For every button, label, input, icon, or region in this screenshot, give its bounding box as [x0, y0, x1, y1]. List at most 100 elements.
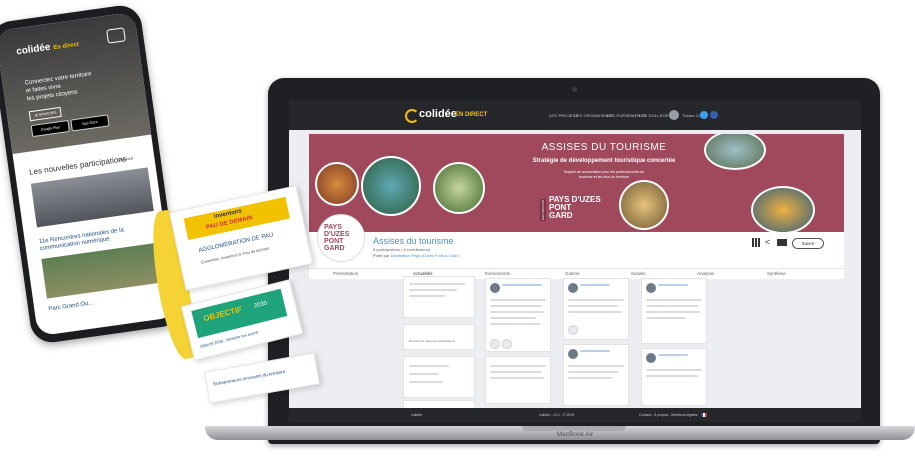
user-avatar[interactable]	[669, 110, 679, 120]
flag-fr-icon[interactable]	[701, 413, 707, 417]
footer-links[interactable]: Contact - À propos - Mentions légales	[639, 413, 698, 417]
tab-synthesis[interactable]: Synthèse	[767, 271, 786, 276]
facebook-icon[interactable]	[710, 111, 718, 119]
project-banner: ASSISES DU TOURISME Stratégie de dévelop…	[309, 134, 844, 232]
post-card[interactable]	[641, 278, 707, 344]
banner-brand-line: GARD	[549, 211, 573, 220]
filter-card	[403, 356, 475, 398]
author-name	[658, 354, 688, 356]
flyer-header: inventons PAU DE DEMAIN	[183, 196, 290, 241]
text-line	[568, 371, 618, 373]
top-navbar: colidée EN DIRECT LES PROJETS LES ORGANI…	[289, 100, 861, 130]
author-name	[580, 350, 610, 352]
nav-colleges[interactable]: LES COLLÈGES	[639, 113, 672, 118]
author-avatar	[490, 283, 500, 293]
brand-sub: EN DIRECT	[455, 112, 488, 118]
text-line	[490, 311, 544, 313]
text-line	[490, 365, 546, 367]
post-card[interactable]	[485, 278, 551, 352]
text-line	[409, 381, 443, 383]
text-line	[490, 323, 540, 325]
share-icon[interactable]: <	[765, 238, 770, 247]
follow-button[interactable]: Suivre	[792, 238, 824, 249]
avatar-line: D'UZES	[324, 231, 350, 238]
mail-icon[interactable]	[777, 239, 787, 246]
photo-pont-du-gard	[751, 186, 815, 232]
phone-logo-sub: En direct	[53, 41, 80, 52]
phone-card-image[interactable]	[41, 242, 164, 299]
author-avatar	[568, 283, 578, 293]
flyer-caption: Entrepreneurs innovants du territoire	[212, 368, 286, 387]
flyer-year: 2030	[253, 300, 268, 310]
footer-logo[interactable]: colidée	[411, 413, 422, 417]
like-icon[interactable]	[568, 325, 578, 335]
like-icon[interactable]	[490, 339, 500, 349]
photo-tree	[433, 162, 485, 214]
tab-events[interactable]: Événements	[485, 271, 510, 276]
tab-survey[interactable]: Sonder	[631, 271, 646, 276]
text-line	[409, 373, 439, 375]
photo-landscape	[704, 134, 766, 170]
site-footer: colidée colidée - v1.1 - © 2019 Contact …	[289, 408, 861, 422]
laptop-model-label: MacBook Air	[556, 431, 594, 438]
avatar-line: GARD	[324, 245, 345, 252]
search-card: Rechercher dans les participations	[403, 324, 475, 350]
sidebar-card	[403, 276, 475, 318]
photo-vineyard	[315, 162, 359, 206]
flyer-banner: OBJECTIF 2030	[191, 288, 288, 339]
flyer-objectif: OBJECTIF	[202, 304, 244, 324]
phone-hero-text: Connectez votre territoire et faites viv…	[24, 67, 116, 103]
text-line	[490, 377, 544, 379]
phone-signup-button[interactable]: JE M'INSCRIS	[28, 106, 62, 122]
banner-brand: PAYS D'UZES PONT GARD	[549, 196, 601, 220]
text-line	[409, 295, 445, 297]
phone-card-image[interactable]	[30, 167, 154, 228]
banner-description: Espace de concertation pour les professi…	[514, 170, 694, 180]
text-line	[568, 377, 612, 379]
banner-subtitle: Stratégie de développement touristique c…	[532, 158, 676, 164]
phone-card-title[interactable]: Parc Grand Ou...	[48, 300, 94, 312]
text-line	[490, 305, 542, 307]
text-line	[568, 305, 618, 307]
project-meta: 8 participations • 8 contributeurs	[373, 247, 430, 252]
hamburger-menu-icon[interactable]	[106, 27, 126, 44]
post-card[interactable]	[563, 344, 629, 406]
avatar-brand: PAYS D'UZES PONT GARD	[324, 224, 349, 252]
phone-hero: colidée En direct Connectez votre territ…	[0, 11, 152, 155]
post-card[interactable]	[485, 356, 551, 404]
phone-logo[interactable]: colidée En direct	[16, 38, 80, 58]
footer-copyright: colidée - v1.1 - © 2019	[539, 413, 575, 417]
phone-section-link[interactable]: Voir tout	[118, 155, 133, 162]
post-card[interactable]	[563, 278, 629, 340]
camera-icon	[572, 87, 577, 92]
project-header: PAYS D'UZES PONT GARD Assises du tourism…	[309, 214, 844, 268]
flyer-headline: PAU DE DEMAIN	[205, 215, 254, 231]
project-title: Assises du tourisme	[373, 236, 454, 246]
phone-screen: colidée En direct Connectez votre territ…	[0, 11, 177, 337]
laptop-screen: colidée EN DIRECT LES PROJETS LES ORGANI…	[289, 100, 861, 422]
search-label[interactable]: Rechercher dans les participations	[409, 339, 455, 343]
author-name	[658, 284, 688, 286]
app-store-badge[interactable]: App Store	[70, 114, 110, 132]
tab-analyse[interactable]: Analyser	[697, 271, 715, 276]
tab-gallery[interactable]: Galerie	[565, 271, 580, 276]
google-play-badge[interactable]: Google Play	[30, 119, 70, 138]
qr-code-icon[interactable]	[752, 238, 761, 247]
text-line	[568, 365, 624, 367]
text-line	[646, 375, 698, 377]
author-name	[502, 284, 542, 286]
avatar-line: PONT	[324, 238, 344, 245]
project-avatar: PAYS D'UZES PONT GARD	[317, 214, 365, 262]
owner-link[interactable]: Destination Pays d'Uzès Pont du Gard	[391, 253, 459, 258]
tab-presentation[interactable]: Présentation	[333, 271, 358, 276]
photo-kayak	[361, 156, 421, 216]
comment-icon[interactable]	[502, 339, 512, 349]
text-line	[490, 371, 542, 373]
text-line	[490, 299, 546, 301]
twitter-icon[interactable]	[700, 111, 708, 119]
post-card[interactable]	[641, 348, 707, 406]
text-line	[646, 311, 700, 313]
owner-prefix: Porté par	[373, 253, 390, 258]
text-line	[409, 365, 449, 367]
brand-logo[interactable]: colidée	[419, 108, 457, 120]
